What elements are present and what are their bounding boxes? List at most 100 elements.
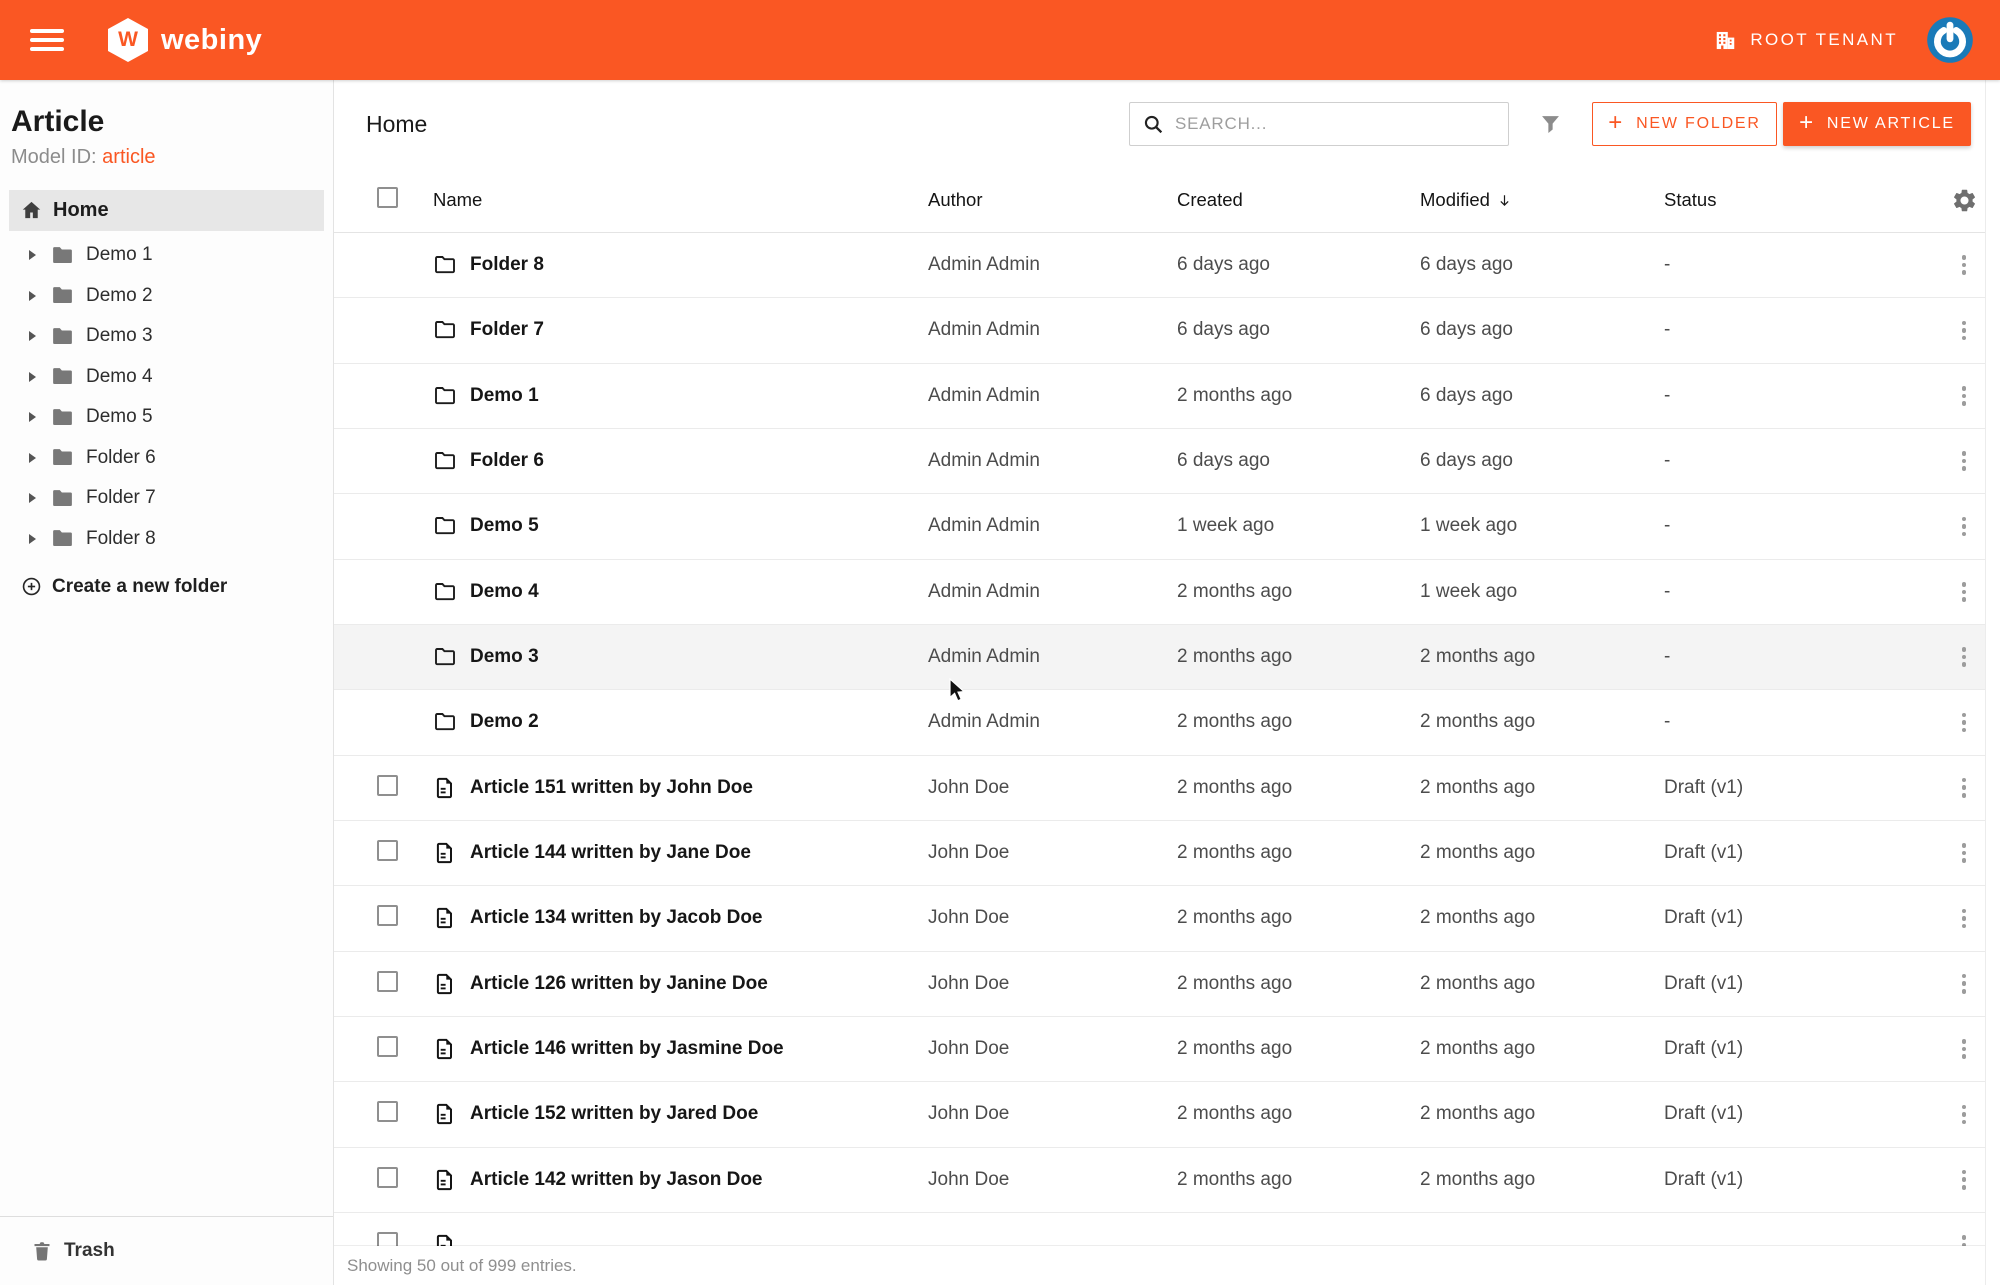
column-header-author[interactable]: Author bbox=[928, 189, 1177, 211]
row-actions-kebab[interactable] bbox=[1956, 380, 1973, 412]
row-actions-kebab[interactable] bbox=[1956, 1164, 1973, 1196]
row-checkbox[interactable] bbox=[377, 840, 398, 861]
row-actions-kebab[interactable] bbox=[1956, 1099, 1973, 1131]
row-checkbox[interactable] bbox=[377, 905, 398, 926]
table-row[interactable]: Folder 8 Admin Admin 6 days ago 6 days a… bbox=[334, 233, 1985, 298]
row-checkbox[interactable] bbox=[377, 1167, 398, 1188]
row-name[interactable]: Demo 5 bbox=[470, 515, 539, 537]
plus-icon: + bbox=[1608, 111, 1624, 135]
row-name[interactable]: Article 151 written by John Doe bbox=[470, 777, 753, 799]
table-row[interactable]: Article 144 written by Jane Doe John Doe… bbox=[334, 821, 1985, 886]
row-name[interactable]: Folder 7 bbox=[470, 319, 544, 341]
row-author: Admin Admin bbox=[928, 319, 1177, 341]
row-checkbox[interactable] bbox=[377, 1036, 398, 1057]
row-name[interactable]: Article 146 written by Jasmine Doe bbox=[470, 1038, 784, 1060]
row-checkbox[interactable] bbox=[377, 971, 398, 992]
new-folder-button[interactable]: + NEW FOLDER bbox=[1592, 102, 1777, 146]
row-actions-kebab[interactable] bbox=[1956, 1033, 1973, 1065]
row-actions-kebab[interactable] bbox=[1956, 511, 1973, 543]
entries-summary: Showing 50 out of 999 entries. bbox=[347, 1256, 577, 1276]
expand-caret-icon[interactable] bbox=[29, 291, 36, 301]
expand-caret-icon[interactable] bbox=[29, 534, 36, 544]
expand-caret-icon[interactable] bbox=[29, 372, 36, 382]
table-header: Name Author Created Modified Status bbox=[334, 168, 1985, 233]
row-actions-kebab[interactable] bbox=[1956, 903, 1973, 935]
row-name[interactable]: Folder 6 bbox=[470, 450, 544, 472]
search-input[interactable] bbox=[1175, 114, 1498, 134]
sidebar-tree-item-demo-3[interactable]: Demo 3 bbox=[0, 316, 333, 357]
user-avatar[interactable] bbox=[1926, 16, 1974, 64]
row-name[interactable]: Article 142 written by Jason Doe bbox=[470, 1169, 763, 1191]
expand-caret-icon[interactable] bbox=[29, 331, 36, 341]
table-row[interactable]: Demo 4 Admin Admin 2 months ago 1 week a… bbox=[334, 560, 1985, 625]
table-row[interactable]: Folder 6 Admin Admin 6 days ago 6 days a… bbox=[334, 429, 1985, 494]
row-author: Admin Admin bbox=[928, 450, 1177, 472]
table-row[interactable]: Article 142 written by Jason Doe John Do… bbox=[334, 1148, 1985, 1213]
scrollbar-gutter[interactable] bbox=[1985, 80, 1999, 1285]
new-article-button[interactable]: + NEW ARTICLE bbox=[1783, 102, 1971, 146]
column-header-status[interactable]: Status bbox=[1664, 189, 1943, 211]
hamburger-menu-icon[interactable] bbox=[30, 29, 64, 51]
folder-tree: Demo 1 Demo 2 Demo 3 Demo 4 Demo 5 Folde… bbox=[0, 235, 333, 559]
row-name[interactable]: Demo 4 bbox=[470, 581, 539, 603]
row-actions-kebab[interactable] bbox=[1956, 445, 1973, 477]
sidebar-tree-item-demo-5[interactable]: Demo 5 bbox=[0, 397, 333, 438]
expand-caret-icon[interactable] bbox=[29, 412, 36, 422]
table-row[interactable]: Article 146 written by Jasmine Doe John … bbox=[334, 1017, 1985, 1082]
row-author: John Doe bbox=[928, 1038, 1177, 1060]
sidebar-item-home[interactable]: Home bbox=[9, 190, 324, 231]
table-row[interactable]: Folder 7 Admin Admin 6 days ago 6 days a… bbox=[334, 298, 1985, 363]
table-row[interactable]: Article 134 written by Jacob Doe John Do… bbox=[334, 886, 1985, 951]
row-modified: 2 months ago bbox=[1420, 842, 1664, 864]
table-row[interactable]: Demo 5 Admin Admin 1 week ago 1 week ago… bbox=[334, 494, 1985, 559]
row-name[interactable]: Folder 8 bbox=[470, 254, 544, 276]
sidebar-item-trash[interactable]: Trash bbox=[0, 1216, 333, 1285]
sidebar-tree-item-folder-6[interactable]: Folder 6 bbox=[0, 438, 333, 479]
row-actions-kebab[interactable] bbox=[1956, 968, 1973, 1000]
table-row[interactable]: Demo 1 Admin Admin 2 months ago 6 days a… bbox=[334, 364, 1985, 429]
sidebar-tree-item-demo-4[interactable]: Demo 4 bbox=[0, 357, 333, 398]
trash-icon bbox=[30, 1239, 54, 1263]
filter-button[interactable] bbox=[1537, 111, 1564, 138]
sidebar-tree-item-demo-2[interactable]: Demo 2 bbox=[0, 276, 333, 317]
row-checkbox[interactable] bbox=[377, 1101, 398, 1122]
row-actions-kebab[interactable] bbox=[1956, 576, 1973, 608]
table-settings-gear-icon[interactable] bbox=[1951, 187, 1978, 214]
column-header-name[interactable]: Name bbox=[433, 189, 928, 211]
tenant-selector[interactable]: ROOT TENANT bbox=[1713, 28, 1898, 53]
expand-caret-icon[interactable] bbox=[29, 453, 36, 463]
folder-icon bbox=[50, 405, 75, 430]
table-row[interactable]: Demo 2 Admin Admin 2 months ago 2 months… bbox=[334, 690, 1985, 755]
create-folder-button[interactable]: Create a new folder bbox=[20, 575, 333, 598]
row-actions-kebab[interactable] bbox=[1956, 249, 1973, 281]
sidebar-tree-item-folder-7[interactable]: Folder 7 bbox=[0, 478, 333, 519]
table-row[interactable]: Article 126 written by Janine Doe John D… bbox=[334, 952, 1985, 1017]
row-actions-kebab[interactable] bbox=[1956, 707, 1973, 739]
row-actions-kebab[interactable] bbox=[1956, 641, 1973, 673]
sidebar-tree-item-demo-1[interactable]: Demo 1 bbox=[0, 235, 333, 276]
row-name[interactable]: Demo 2 bbox=[470, 711, 539, 733]
row-checkbox[interactable] bbox=[377, 775, 398, 796]
select-all-checkbox[interactable] bbox=[377, 187, 398, 208]
table-row[interactable]: Article 151 written by John Doe John Doe… bbox=[334, 756, 1985, 821]
column-header-modified[interactable]: Modified bbox=[1420, 189, 1664, 211]
column-header-created[interactable]: Created bbox=[1177, 189, 1420, 211]
row-name[interactable]: Article 144 written by Jane Doe bbox=[470, 842, 751, 864]
table-row[interactable]: Demo 3 Admin Admin 2 months ago 2 months… bbox=[334, 625, 1985, 690]
row-name[interactable]: Article 134 written by Jacob Doe bbox=[470, 907, 763, 929]
row-modified: 1 week ago bbox=[1420, 581, 1664, 603]
row-actions-kebab[interactable] bbox=[1956, 772, 1973, 804]
expand-caret-icon[interactable] bbox=[29, 250, 36, 260]
row-author: John Doe bbox=[928, 1103, 1177, 1125]
webiny-logo: W webiny bbox=[108, 18, 262, 62]
row-actions-kebab[interactable] bbox=[1956, 837, 1973, 869]
row-name[interactable]: Article 152 written by Jared Doe bbox=[470, 1103, 758, 1125]
row-actions-kebab[interactable] bbox=[1956, 315, 1973, 347]
sidebar-tree-item-folder-8[interactable]: Folder 8 bbox=[0, 519, 333, 560]
row-author: Admin Admin bbox=[928, 515, 1177, 537]
row-name[interactable]: Article 126 written by Janine Doe bbox=[470, 973, 768, 995]
table-row[interactable]: Article 152 written by Jared Doe John Do… bbox=[334, 1082, 1985, 1147]
row-name[interactable]: Demo 1 bbox=[470, 385, 539, 407]
row-name[interactable]: Demo 3 bbox=[470, 646, 539, 668]
expand-caret-icon[interactable] bbox=[29, 493, 36, 503]
